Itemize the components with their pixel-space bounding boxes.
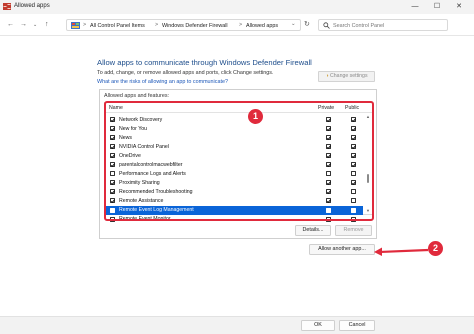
dialog-footer: OK Cancel	[0, 316, 474, 334]
forward-arrow-icon[interactable]: →	[20, 20, 27, 29]
annotation-arrow	[374, 247, 429, 256]
search-placeholder: Search Control Panel	[333, 22, 385, 29]
ok-button[interactable]: OK	[301, 320, 335, 331]
close-button[interactable]: ✕	[448, 0, 470, 14]
up-arrow-icon[interactable]: ↑	[45, 20, 49, 29]
refresh-icon[interactable]: ↻	[304, 20, 310, 28]
breadcrumb[interactable]: > All Control Panel Items > Windows Defe…	[66, 19, 301, 31]
search-icon	[323, 22, 330, 29]
shield-icon: ◑	[325, 73, 329, 79]
search-input[interactable]: Search Control Panel	[318, 19, 448, 31]
breadcrumb-separator: >	[239, 22, 243, 28]
breadcrumb-separator: >	[155, 22, 159, 28]
risks-link[interactable]: What are the risks of allowing an app to…	[97, 79, 228, 85]
recent-locations-chevron-icon[interactable]: ⌄	[33, 21, 37, 30]
group-label: Allowed apps and features:	[104, 93, 170, 99]
control-panel-icon	[71, 22, 80, 29]
details-button[interactable]: Details...	[295, 225, 331, 236]
breadcrumb-item[interactable]: Windows Defender Firewall	[162, 23, 228, 29]
annotation-badge-1: 1	[248, 109, 263, 124]
remove-button[interactable]: Remove	[335, 225, 372, 236]
breadcrumb-separator: >	[83, 22, 87, 28]
annotation-highlight-box	[104, 101, 374, 221]
maximize-button[interactable]: ☐	[426, 0, 448, 14]
page-title: Allow apps to communicate through Window…	[97, 58, 312, 67]
address-dropdown-icon[interactable]: ⌄	[291, 21, 296, 27]
back-arrow-icon[interactable]: ←	[7, 20, 14, 29]
breadcrumb-item[interactable]: All Control Panel Items	[90, 23, 145, 29]
window-title: Allowed apps	[14, 3, 50, 9]
allow-another-app-button[interactable]: Allow another app...	[309, 244, 375, 255]
breadcrumb-item[interactable]: Allowed apps	[246, 23, 278, 29]
change-settings-button[interactable]: ◑ Change settings	[318, 71, 375, 82]
page-subtitle: To add, change, or remove allowed apps a…	[97, 70, 274, 76]
change-settings-label: Change settings	[330, 73, 368, 79]
minimize-button[interactable]: —	[404, 0, 426, 14]
title-bar: Allowed apps — ☐ ✕	[0, 0, 474, 14]
address-bar: ← → ⌄ ↑ > All Control Panel Items > Wind…	[0, 14, 474, 36]
cancel-button[interactable]: Cancel	[339, 320, 375, 331]
firewall-app-icon	[3, 3, 11, 10]
